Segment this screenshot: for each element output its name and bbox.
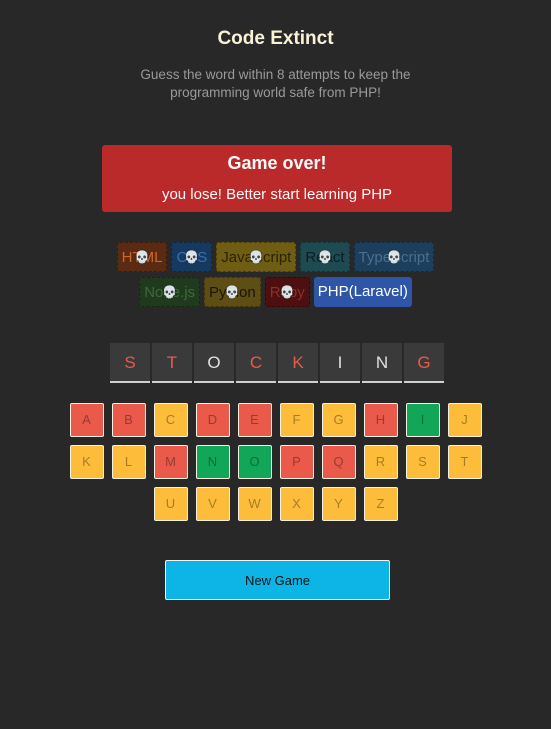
language-chips: HTML 💀 CSS 💀 JavaScript 💀 React 💀 TypeScript 💀 Nod… xyxy=(0,242,551,307)
key-p[interactable]: P xyxy=(279,445,314,479)
key-k[interactable]: K xyxy=(69,445,104,479)
language-chip: HTML 💀 xyxy=(116,242,168,272)
language-chip: React 💀 xyxy=(300,242,350,272)
skull-icon: 💀 xyxy=(224,285,240,299)
word-letter: O xyxy=(194,343,234,383)
key-b[interactable]: B xyxy=(111,403,146,437)
key-v[interactable]: V xyxy=(195,487,230,521)
key-u[interactable]: U xyxy=(153,487,188,521)
keyboard: ABCDEFGHIJ KLMNOPQRST UVWXYZ xyxy=(0,403,551,521)
language-chip: CSS 💀 xyxy=(171,242,213,272)
key-w[interactable]: W xyxy=(237,487,272,521)
key-h[interactable]: H xyxy=(363,403,398,437)
language-chip: Node.js 💀 xyxy=(139,277,201,307)
key-r[interactable]: R xyxy=(363,445,398,479)
key-z[interactable]: Z xyxy=(363,487,398,521)
status-title: Game over! xyxy=(227,153,327,173)
key-c[interactable]: C xyxy=(153,403,188,437)
skull-icon: 💀 xyxy=(162,285,178,299)
word-letter: K xyxy=(278,343,318,383)
header: Code Extinct Guess the word within 8 att… xyxy=(0,0,551,102)
skull-icon: 💀 xyxy=(184,250,200,264)
keyboard-row: ABCDEFGHIJ xyxy=(69,403,482,437)
key-j[interactable]: J xyxy=(447,403,482,437)
key-s[interactable]: S xyxy=(405,445,440,479)
language-chip: TypeScript 💀 xyxy=(353,242,435,272)
word-letter: N xyxy=(362,343,402,383)
word-letter: I xyxy=(320,343,360,383)
key-l[interactable]: L xyxy=(111,445,146,479)
word-letter: C xyxy=(236,343,276,383)
word-letter: T xyxy=(152,343,192,383)
language-chip: PHP(Laravel) xyxy=(313,277,412,307)
page-subtitle: Guess the word within 8 attempts to keep… xyxy=(140,67,411,100)
key-x[interactable]: X xyxy=(279,487,314,521)
key-n[interactable]: N xyxy=(195,445,230,479)
skull-icon: 💀 xyxy=(386,250,402,264)
language-row: Node.js 💀 Python 💀 Ruby 💀 PHP(Laravel) xyxy=(139,277,412,307)
key-e[interactable]: E xyxy=(237,403,272,437)
language-chip: Python 💀 xyxy=(204,277,261,307)
key-f[interactable]: F xyxy=(279,403,314,437)
keyboard-row: KLMNOPQRST xyxy=(69,445,482,479)
status-message: you lose! Better start learning PHP xyxy=(161,186,393,203)
language-name: PHP(Laravel) xyxy=(317,283,408,300)
keyboard-row: UVWXYZ xyxy=(153,487,398,521)
new-game-button[interactable]: New Game xyxy=(165,560,390,600)
word-letter: G xyxy=(404,343,444,383)
game-status-banner: Game over! you lose! Better start learni… xyxy=(102,145,452,212)
key-o[interactable]: O xyxy=(237,445,272,479)
language-chip: Ruby 💀 xyxy=(264,277,310,307)
key-i[interactable]: I xyxy=(405,403,440,437)
word-display: STOCKING xyxy=(110,343,444,383)
language-row: HTML 💀 CSS 💀 JavaScript 💀 React 💀 TypeScript 💀 xyxy=(116,242,435,272)
key-d[interactable]: D xyxy=(195,403,230,437)
key-t[interactable]: T xyxy=(447,445,482,479)
skull-icon: 💀 xyxy=(248,250,264,264)
skull-icon: 💀 xyxy=(317,250,333,264)
language-chip: JavaScript 💀 xyxy=(216,242,297,272)
page-title: Code Extinct xyxy=(217,28,334,49)
skull-icon: 💀 xyxy=(134,250,150,264)
key-y[interactable]: Y xyxy=(321,487,356,521)
word-letter: S xyxy=(110,343,150,383)
key-a[interactable]: A xyxy=(69,403,104,437)
key-g[interactable]: G xyxy=(321,403,356,437)
skull-icon: 💀 xyxy=(279,285,295,299)
key-m[interactable]: M xyxy=(153,445,188,479)
key-q[interactable]: Q xyxy=(321,445,356,479)
